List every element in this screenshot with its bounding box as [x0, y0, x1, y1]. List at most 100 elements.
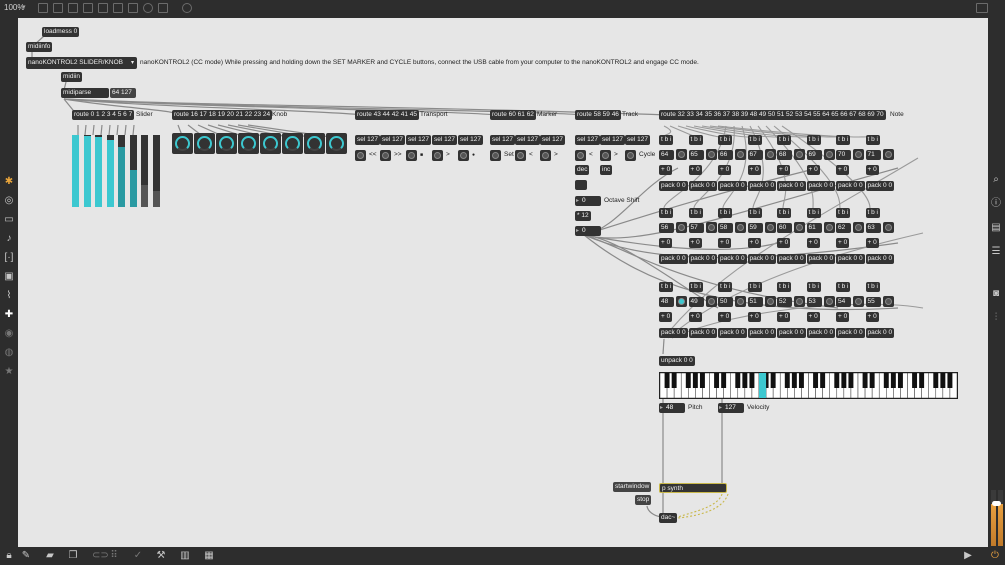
- plus-object[interactable]: + 0: [836, 312, 850, 322]
- clock-icon[interactable]: [143, 3, 153, 13]
- disc-icon[interactable]: ◍: [3, 347, 15, 359]
- presentation-icon[interactable]: [38, 3, 48, 13]
- link-icon[interactable]: ⊂⊃: [92, 550, 109, 562]
- marker-prev-button[interactable]: [515, 150, 526, 161]
- note-button[interactable]: [735, 296, 746, 307]
- plus-object[interactable]: + 0: [777, 165, 791, 175]
- pack-object[interactable]: pack 0 0: [806, 181, 836, 191]
- dial-2[interactable]: [194, 133, 215, 154]
- plus-object[interactable]: + 0: [688, 165, 702, 175]
- tbi-object[interactable]: t b i: [659, 208, 674, 218]
- tbi-object[interactable]: t b i: [865, 135, 880, 145]
- plus-object[interactable]: + 0: [777, 312, 791, 322]
- plus-object[interactable]: + 0: [718, 165, 732, 175]
- sel-stop[interactable]: sel 127: [406, 135, 431, 145]
- volume-knob[interactable]: [992, 501, 1001, 506]
- plus-object[interactable]: + 0: [865, 312, 879, 322]
- piano-icon[interactable]: ▥: [179, 550, 191, 562]
- puzzle-icon[interactable]: ✚: [3, 309, 15, 321]
- note-number[interactable]: 59: [747, 223, 763, 233]
- tbi-object[interactable]: t b i: [777, 208, 792, 218]
- plus-object[interactable]: + 0: [865, 238, 879, 248]
- play-button[interactable]: [432, 150, 443, 161]
- tbi-object[interactable]: t b i: [806, 282, 821, 292]
- note-number[interactable]: 64: [659, 150, 674, 160]
- plus-object[interactable]: + 0: [718, 312, 732, 322]
- search-icon[interactable]: ⌕: [990, 174, 1002, 186]
- note-number[interactable]: 65: [688, 150, 704, 160]
- sel-ff[interactable]: sel 127: [380, 135, 405, 145]
- note-number[interactable]: 48: [659, 297, 674, 307]
- pack-object[interactable]: pack 0 0: [747, 254, 777, 264]
- plus-object[interactable]: + 0: [747, 165, 761, 175]
- fader-3[interactable]: [95, 135, 102, 207]
- midiin-object[interactable]: midiin: [61, 72, 82, 82]
- tbi-object[interactable]: t b i: [777, 282, 792, 292]
- pack-object[interactable]: pack 0 0: [659, 181, 688, 191]
- wrench-icon[interactable]: ⚒: [155, 550, 167, 562]
- pack-object[interactable]: pack 0 0: [718, 254, 747, 264]
- pack-object[interactable]: pack 0 0: [836, 254, 865, 264]
- stop-message[interactable]: stop: [635, 495, 652, 505]
- note-button[interactable]: [853, 149, 864, 160]
- device-umenu[interactable]: nanoKONTROL2 SLIDER/KNOB ▾: [26, 57, 137, 69]
- book-icon[interactable]: ▤: [990, 222, 1002, 234]
- sel-set[interactable]: sel 127: [490, 135, 515, 145]
- note-number[interactable]: 56: [659, 223, 674, 233]
- set-marker-button[interactable]: [490, 150, 501, 161]
- note-number[interactable]: 55: [865, 297, 881, 307]
- midiparse-message[interactable]: 64 127: [110, 88, 136, 98]
- pack-object[interactable]: pack 0 0: [659, 254, 688, 264]
- dial-4[interactable]: [238, 133, 259, 154]
- power-icon[interactable]: ⏻: [989, 550, 1001, 562]
- route-marker[interactable]: route 60 61 62: [490, 110, 536, 120]
- note-button[interactable]: [882, 149, 894, 160]
- tbi-object[interactable]: t b i: [718, 208, 733, 218]
- plus-object[interactable]: + 0: [836, 238, 850, 248]
- tbi-object[interactable]: t b i: [747, 208, 762, 218]
- grid-icon[interactable]: [98, 3, 108, 13]
- plus-object[interactable]: + 0: [688, 238, 702, 248]
- dec-object[interactable]: dec: [575, 165, 590, 175]
- plus-object[interactable]: + 0: [747, 312, 761, 322]
- note-number[interactable]: 71: [865, 150, 881, 160]
- dial-8[interactable]: [326, 133, 347, 154]
- stop-transport-button[interactable]: [406, 150, 417, 161]
- play-icon[interactable]: ▶: [962, 550, 974, 562]
- record-button[interactable]: [458, 150, 469, 161]
- fader-2[interactable]: [83, 135, 91, 207]
- octave-result[interactable]: 0: [575, 226, 601, 236]
- edit-icon[interactable]: ✎: [20, 550, 32, 562]
- note-button[interactable]: [676, 149, 687, 160]
- note-button[interactable]: [823, 296, 835, 307]
- note-button[interactable]: [705, 222, 717, 233]
- plus-object[interactable]: + 0: [777, 238, 791, 248]
- note-number[interactable]: 66: [718, 150, 733, 160]
- unpack-object[interactable]: unpack 0 0: [659, 356, 695, 366]
- note-button[interactable]: [735, 149, 746, 160]
- pack-object[interactable]: pack 0 0: [865, 181, 895, 191]
- target-icon[interactable]: ◎: [3, 195, 15, 207]
- plus-object[interactable]: + 0: [659, 238, 673, 248]
- note-number[interactable]: 54: [836, 297, 851, 307]
- pack-object[interactable]: pack 0 0: [806, 254, 836, 264]
- align-icon[interactable]: [113, 3, 123, 13]
- note-button[interactable]: [794, 149, 805, 160]
- tbi-object[interactable]: t b i: [806, 135, 821, 145]
- tbi-object[interactable]: t b i: [659, 282, 674, 292]
- plus-object[interactable]: + 0: [806, 238, 820, 248]
- bell-icon[interactable]: [182, 3, 192, 13]
- piano-keys[interactable]: [659, 372, 958, 399]
- grid-dots-icon[interactable]: ⠿: [108, 550, 120, 562]
- tbi-object[interactable]: t b i: [688, 208, 703, 218]
- circle-icon[interactable]: ◉: [3, 328, 15, 340]
- fader-1[interactable]: [72, 135, 79, 207]
- tbi-object[interactable]: t b i: [806, 208, 821, 218]
- loadmess-object[interactable]: loadmess 0: [42, 27, 80, 37]
- note-button[interactable]: [705, 149, 717, 160]
- bracket-icon[interactable]: [·]: [3, 252, 15, 264]
- pack-object[interactable]: pack 0 0: [659, 328, 688, 338]
- note-button[interactable]: [676, 296, 687, 307]
- midiparse-object[interactable]: midiparse: [61, 88, 109, 98]
- octave-number[interactable]: 0: [575, 196, 601, 206]
